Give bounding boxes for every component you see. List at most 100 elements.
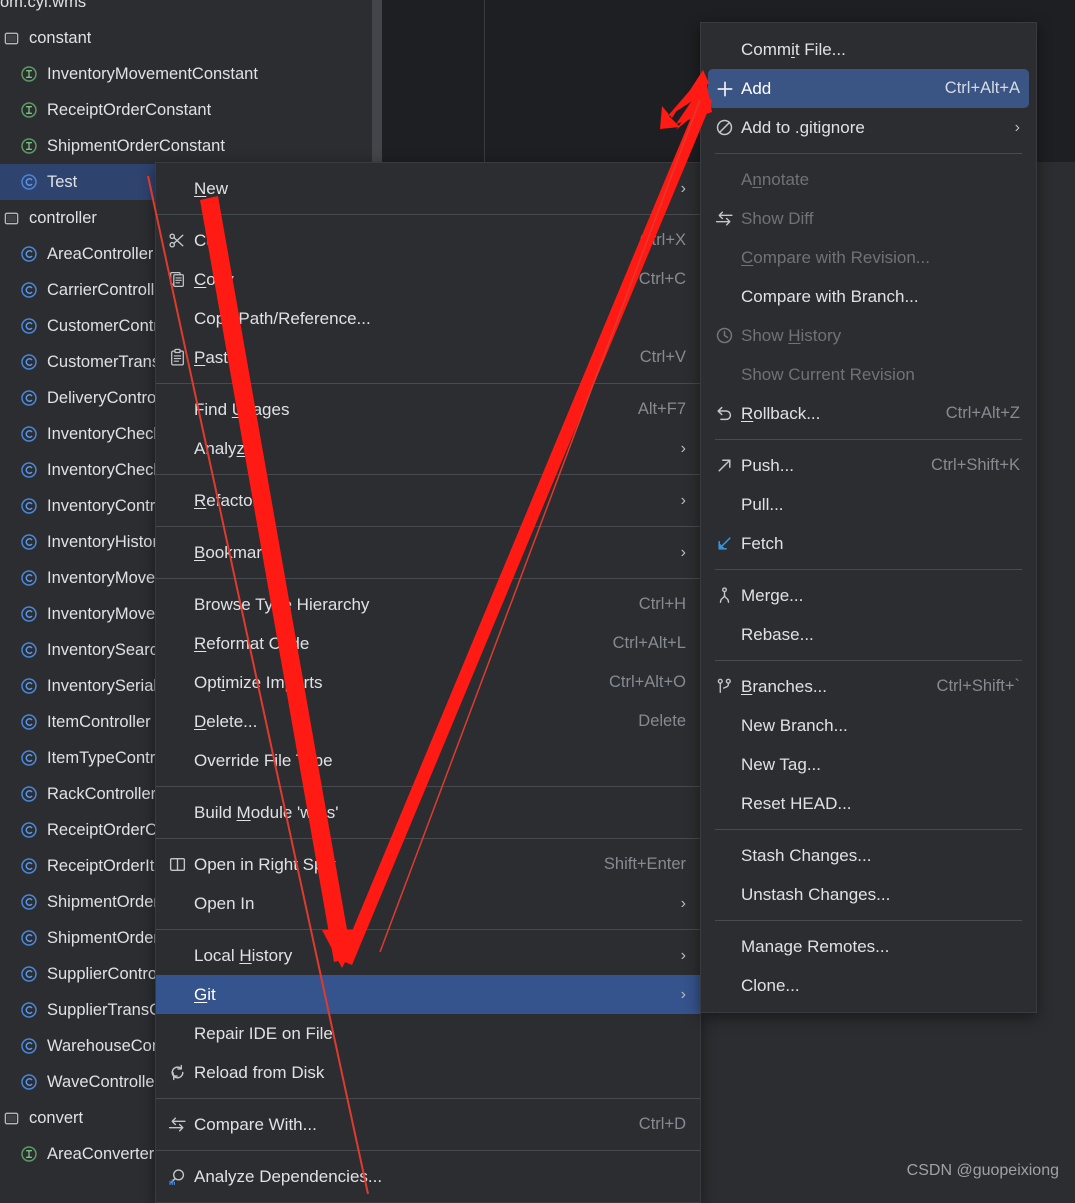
menu-item-label: Refactor [194,491,667,511]
menu-separator [156,786,700,787]
menu-item-analyze-dependencies[interactable]: Analyze Dependencies... [156,1157,700,1196]
menu-item-label: Open in Right Split [194,855,586,875]
menu-item-label: Add [741,79,927,99]
menu-item-label: Optimize Imports [194,673,591,693]
chevron-right-icon: › [667,987,686,1003]
menu-item-rebase[interactable]: Rebase... [701,615,1036,654]
menu-item-compare-with-branch[interactable]: Compare with Branch... [701,277,1036,316]
menu-item-new-tag[interactable]: New Tag... [701,745,1036,784]
menu-item-git[interactable]: Git› [156,975,700,1014]
menu-item-reset-head[interactable]: Reset HEAD... [701,784,1036,823]
menu-item-shortcut: Ctrl+V [622,348,686,367]
menu-item-manage-remotes[interactable]: Manage Remotes... [701,927,1036,966]
menu-item-label: Git [194,985,667,1005]
menu-item-local-history[interactable]: Local History› [156,936,700,975]
menu-item-reformat-code[interactable]: Reformat CodeCtrl+Alt+L [156,624,700,663]
class-icon [18,891,40,913]
menu-item-add[interactable]: AddCtrl+Alt+A [708,69,1029,108]
menu-item-unstash-changes[interactable]: Unstash Changes... [701,875,1036,914]
menu-item-label: Stash Changes... [741,846,1020,866]
menu-item-cut[interactable]: CutCtrl+X [156,221,700,260]
menu-item-label: Show Current Revision [741,365,1020,385]
menu-item-label: Rebase... [741,625,1020,645]
menu-item-shortcut: Ctrl+Alt+L [595,634,686,653]
menu-item-new[interactable]: New› [156,169,700,208]
tree-item-om-cyl-wms[interactable]: om.cyl.wms [0,0,372,20]
menu-item-fetch[interactable]: Fetch [701,524,1036,563]
menu-item-label: Local History [194,946,667,966]
menu-item-copy[interactable]: CopyCtrl+C [156,260,700,299]
menu-item-delete[interactable]: Delete...Delete [156,702,700,741]
menu-item-refactor[interactable]: Refactor› [156,481,700,520]
tree-item-constant[interactable]: constant [0,20,372,56]
class-icon [18,711,40,733]
package-icon [0,27,22,49]
menu-item-label: Reload from Disk [194,1063,686,1083]
class-icon [18,999,40,1021]
menu-item-commit-file[interactable]: Commit File... [701,30,1036,69]
menu-item-repair-ide-on-file[interactable]: Repair IDE on File [156,1014,700,1053]
menu-item-pull[interactable]: Pull... [701,485,1036,524]
compare-icon [168,1115,194,1134]
menu-item-optimize-imports[interactable]: Optimize ImportsCtrl+Alt+O [156,663,700,702]
menu-item-label: Unstash Changes... [741,885,1020,905]
menu-item-label: Rollback... [741,404,928,424]
menu-item-shortcut: Ctrl+D [621,1115,686,1134]
menu-item-merge[interactable]: Merge... [701,576,1036,615]
menu-item-shortcut: Ctrl+H [621,595,686,614]
menu-item-label: Override File Type [194,751,686,771]
menu-item-find-usages[interactable]: Find UsagesAlt+F7 [156,390,700,429]
menu-item-build-module-wms[interactable]: Build Module 'wms' [156,793,700,832]
menu-item-rollback[interactable]: Rollback...Ctrl+Alt+Z [701,394,1036,433]
class-icon [18,639,40,661]
menu-item-reload-from-disk[interactable]: Reload from Disk [156,1053,700,1092]
tree-item-label: Test [47,173,77,192]
tree-item-inventorymovementconstant[interactable]: InventoryMovementConstant [0,56,372,92]
menu-item-override-file-type[interactable]: Override File Type [156,741,700,780]
menu-separator [715,829,1022,830]
menu-item-label: Find Usages [194,400,620,420]
menu-item-stash-changes[interactable]: Stash Changes... [701,836,1036,875]
menu-item-label: Push... [741,456,913,476]
tree-item-receiptorderconstant[interactable]: ReceiptOrderConstant [0,92,372,128]
menu-item-bookmarks[interactable]: Bookmarks› [156,533,700,572]
menu-item-open-in-right-split[interactable]: Open in Right SplitShift+Enter [156,845,700,884]
menu-item-copy-path-reference[interactable]: Copy Path/Reference... [156,299,700,338]
menu-separator [156,1098,700,1099]
menu-item-compare-with[interactable]: Compare With...Ctrl+D [156,1105,700,1144]
menu-item-push[interactable]: Push...Ctrl+Shift+K [701,446,1036,485]
menu-item-new-branch[interactable]: New Branch... [701,706,1036,745]
gitignore-icon [715,118,741,137]
menu-separator [715,569,1022,570]
git-submenu[interactable]: Commit File... AddCtrl+Alt+AAdd to .gitig… [700,22,1037,1013]
menu-item-label: Show History [741,326,1020,346]
menu-item-label: Analyze Dependencies... [194,1167,686,1187]
plus-icon [715,79,741,99]
tree-item-shipmentorderconstant[interactable]: ShipmentOrderConstant [0,128,372,164]
interface-icon [18,63,40,85]
menu-item-clone[interactable]: Clone... [701,966,1036,1005]
menu-separator [715,153,1022,154]
file-context-menu[interactable]: New› CutCtrl+XCopyCtrl+CCopy Path/Referen… [155,162,701,1203]
class-icon [18,963,40,985]
menu-item-label: Paste [194,348,622,368]
menu-item-label: Reset HEAD... [741,794,1020,814]
menu-item-branches[interactable]: Branches...Ctrl+Shift+` [701,667,1036,706]
menu-item-browse-type-hierarchy[interactable]: Browse Type HierarchyCtrl+H [156,585,700,624]
menu-item-compare-with-revision: Compare with Revision... [701,238,1036,277]
menu-item-open-in[interactable]: Open In› [156,884,700,923]
menu-item-analyze[interactable]: Analyze› [156,429,700,468]
menu-item-shortcut: Ctrl+C [621,270,686,289]
menu-item-label: Show Diff [741,209,1020,229]
menu-item-paste[interactable]: PasteCtrl+V [156,338,700,377]
menu-item-add-to-gitignore[interactable]: Add to .gitignore› [701,108,1036,147]
class-icon [18,1035,40,1057]
menu-separator [156,214,700,215]
tree-item-label: constant [29,29,91,48]
chevron-right-icon: › [667,545,686,561]
interface-icon [18,99,40,121]
menu-item-label: Commit File... [741,40,1020,60]
tree-item-label: controller [29,209,97,228]
compare-icon [715,209,741,228]
editor-split-divider [484,0,485,162]
